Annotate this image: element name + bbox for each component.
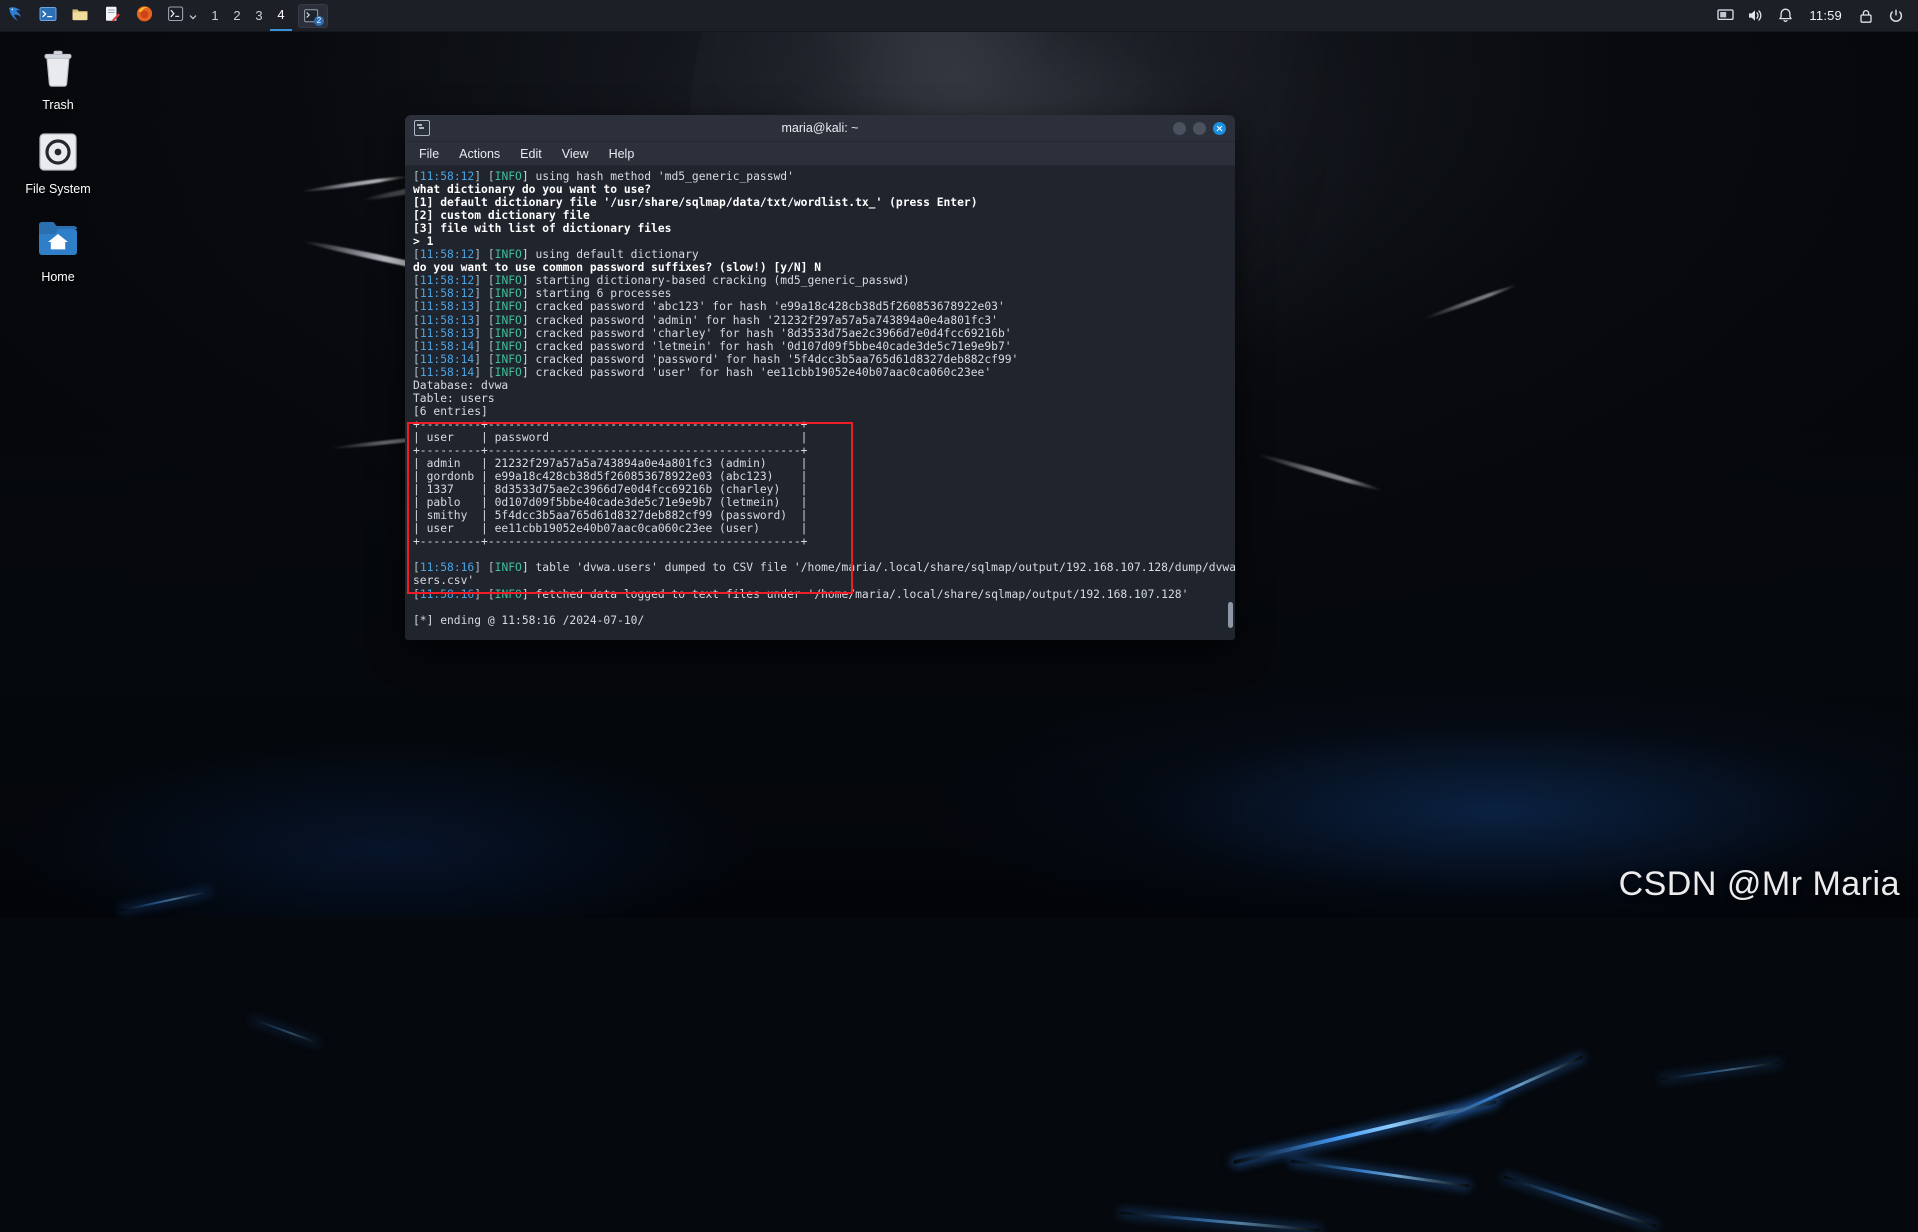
clock[interactable]: 11:59 (1801, 8, 1850, 23)
shell-launcher[interactable] (161, 1, 203, 31)
workspace-4[interactable]: 4 (270, 1, 292, 31)
watermark: CSDN @Mr Maria (1619, 865, 1900, 904)
terminal-window-icon: 2 (304, 9, 319, 23)
scrollbar-thumb[interactable] (1228, 602, 1233, 628)
wallpaper-glow-line (1660, 1062, 1779, 1081)
shell-prompt-icon (168, 6, 186, 26)
wallpaper-glow-line (1427, 1056, 1584, 1128)
terminal-icon (39, 5, 57, 27)
power-icon[interactable] (1882, 2, 1910, 30)
lock-icon[interactable] (1852, 2, 1880, 30)
wallpaper-glow-line (1291, 1159, 1470, 1187)
menu-view[interactable]: View (560, 146, 591, 162)
text-editor-launcher[interactable] (97, 1, 127, 31)
desktop-icon-file-system[interactable]: File System (10, 128, 106, 196)
terminal-scrollbar[interactable] (1228, 166, 1233, 640)
wallpaper-glow-line (1120, 1211, 1320, 1231)
terminal-launcher[interactable] (33, 1, 63, 31)
desktop-icon-label: Trash (10, 98, 106, 112)
menu-help[interactable]: Help (607, 146, 637, 162)
maximize-button[interactable] (1193, 122, 1206, 135)
terminal-console-text: [11:58:12] [INFO] using hash method 'md5… (413, 170, 1235, 627)
wallpaper-glow-line (1503, 1175, 1656, 1227)
trash-icon (34, 44, 82, 92)
desktop-icon-label: File System (10, 182, 106, 196)
wallpaper-glow-line (1233, 1100, 1497, 1165)
document-edit-icon (103, 5, 121, 27)
top-panel: 1 2 3 4 2 (0, 0, 1918, 32)
workspace-2[interactable]: 2 (226, 1, 248, 31)
volume-icon[interactable] (1741, 2, 1769, 30)
firefox-icon (135, 4, 154, 27)
menu-edit[interactable]: Edit (518, 146, 544, 162)
wallpaper-glow-line (121, 891, 209, 912)
taskbar-window-terminal[interactable]: 2 (298, 4, 328, 28)
workspace-3[interactable]: 3 (248, 1, 270, 31)
close-button[interactable] (1213, 122, 1226, 135)
workspace-1[interactable]: 1 (204, 1, 226, 31)
desktop-icon-home[interactable]: Home (10, 216, 106, 284)
notification-bell-icon[interactable] (1771, 2, 1799, 30)
wallpaper-streak (1422, 283, 1517, 321)
panel-left-group: 1 2 3 4 2 (0, 0, 328, 32)
kali-menu-button[interactable] (1, 1, 31, 31)
firefox-launcher[interactable] (129, 1, 159, 31)
terminal-title: maria@kali: ~ (405, 121, 1235, 135)
panel-right-group: 11:59 (1711, 2, 1918, 30)
window-count-badge: 2 (314, 16, 324, 26)
display-icon[interactable] (1711, 2, 1739, 30)
wallpaper-glow-line (252, 1018, 318, 1044)
drive-icon (34, 128, 82, 176)
window-controls (1173, 122, 1235, 135)
desktop-icon-label: Home (10, 270, 106, 284)
terminal-window[interactable]: maria@kali: ~ File Actions Edit View Hel… (405, 115, 1235, 640)
file-manager-launcher[interactable] (65, 1, 95, 31)
chevron-down-icon (189, 6, 197, 25)
home-folder-icon (34, 216, 82, 264)
menu-file[interactable]: File (417, 146, 441, 162)
terminal-output-area[interactable]: [11:58:12] [INFO] using hash method 'md5… (405, 166, 1235, 640)
menu-actions[interactable]: Actions (457, 146, 502, 162)
kali-dragon-icon (6, 4, 26, 28)
terminal-icon (414, 120, 430, 136)
desktop-icon-trash[interactable]: Trash (10, 44, 106, 112)
terminal-titlebar[interactable]: maria@kali: ~ (405, 115, 1235, 142)
terminal-menubar: File Actions Edit View Help (405, 142, 1235, 166)
minimize-button[interactable] (1173, 122, 1186, 135)
folder-icon (71, 5, 89, 27)
